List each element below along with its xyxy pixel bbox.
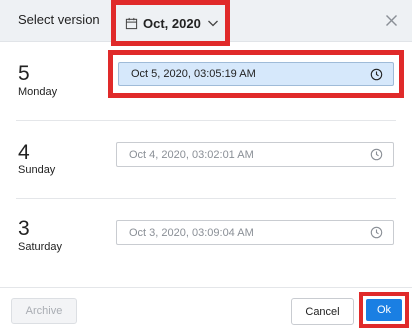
dialog-title: Select version [18, 12, 100, 27]
version-timestamp: Oct 3, 2020, 03:09:04 AM [129, 226, 254, 239]
version-timestamp: Oct 4, 2020, 03:02:01 AM [129, 148, 254, 161]
day-number: 4 [18, 141, 30, 164]
version-field-selected[interactable]: Oct 5, 2020, 03:05:19 AM [118, 62, 394, 86]
day-name: Saturday [18, 241, 63, 253]
selected-version-highlight: Oct 5, 2020, 03:05:19 AM [108, 50, 404, 98]
ok-button[interactable]: Ok [366, 299, 402, 321]
day-number: 5 [18, 62, 30, 85]
version-field[interactable]: Oct 4, 2020, 03:02:01 AM [116, 142, 394, 167]
clock-icon [370, 148, 383, 161]
day-number: 3 [18, 217, 30, 240]
day-name: Sunday [18, 164, 56, 176]
archive-button[interactable]: Archive [11, 298, 77, 324]
cancel-button[interactable]: Cancel [291, 298, 354, 325]
footer-divider [0, 287, 412, 288]
version-row: 4 Sunday Oct 4, 2020, 03:02:01 AM [0, 121, 412, 199]
version-timestamp: Oct 5, 2020, 03:05:19 AM [131, 68, 256, 80]
chevron-down-icon [207, 20, 218, 27]
calendar-icon [125, 17, 138, 29]
clock-icon [370, 226, 383, 239]
ok-button-highlight: Ok [359, 292, 409, 328]
version-row: 3 Saturday Oct 3, 2020, 03:09:04 AM [0, 199, 412, 277]
clock-icon [370, 68, 383, 81]
month-label: Oct, 2020 [143, 15, 201, 31]
version-field[interactable]: Oct 3, 2020, 03:09:04 AM [116, 220, 394, 245]
month-picker[interactable]: Oct, 2020 [111, 0, 230, 46]
close-icon[interactable] [384, 13, 399, 28]
day-name: Monday [18, 86, 58, 98]
